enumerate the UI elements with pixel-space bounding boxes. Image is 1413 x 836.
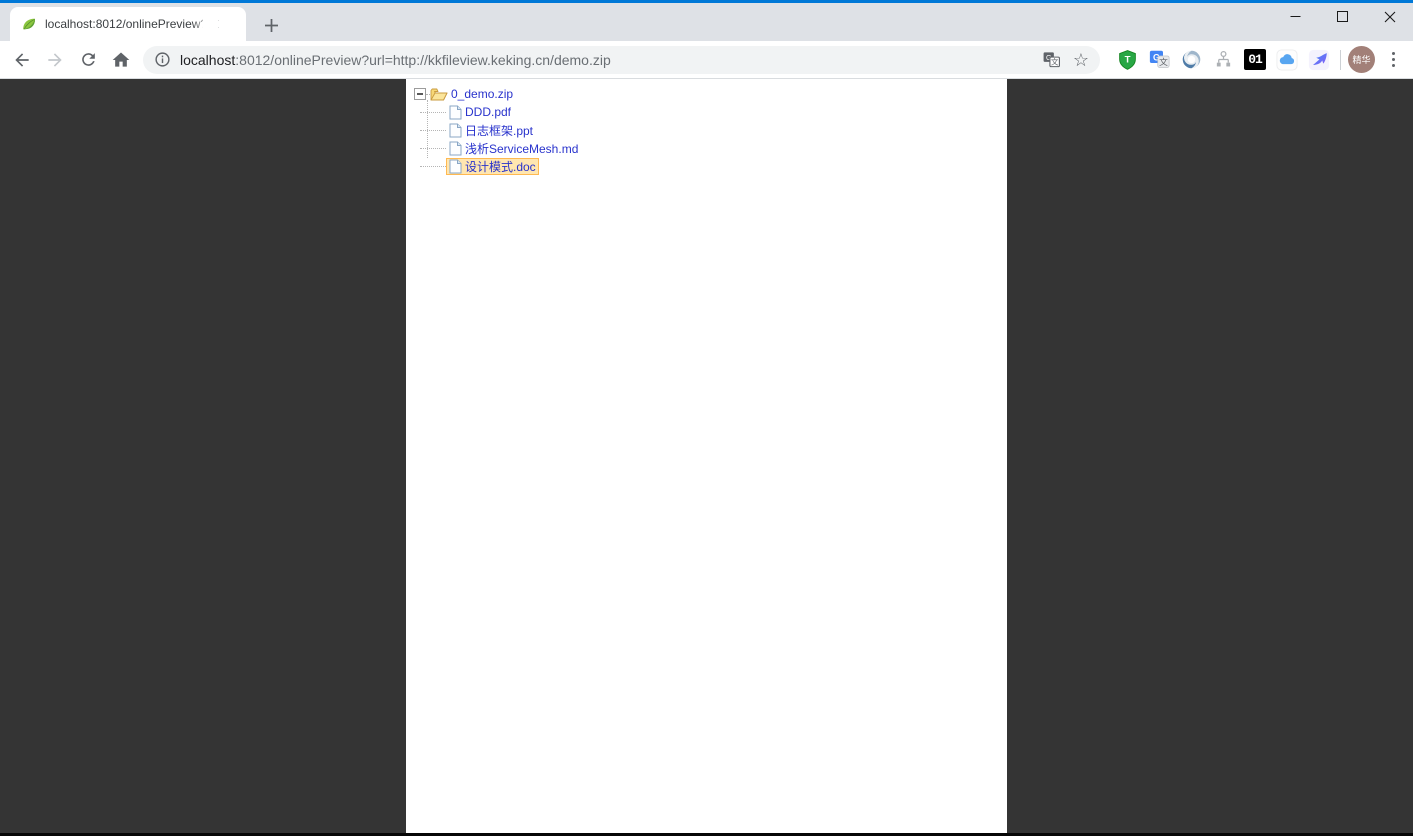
tree-file-label: 浅析ServiceMesh.md	[465, 140, 578, 157]
home-icon[interactable]	[106, 45, 136, 75]
svg-text:T: T	[1124, 55, 1130, 66]
tab-title: localhost:8012/onlinePreview?	[45, 17, 203, 31]
profile-avatar-label: 精华	[1352, 53, 1370, 66]
tree-file-link[interactable]: 日志框架.ppt	[446, 122, 536, 139]
tree-file-label: DDD.pdf	[465, 105, 511, 119]
binary-extension-label: 01	[1244, 49, 1266, 70]
svg-text:文: 文	[1050, 57, 1058, 67]
file-tree: 0_demo.zip DDD.pdf	[406, 79, 1007, 175]
page-background: 0_demo.zip DDD.pdf	[0, 79, 1413, 834]
file-icon	[449, 105, 462, 120]
bookmark-star-icon[interactable]: ☆	[1070, 49, 1092, 71]
tab-strip: localhost:8012/onlinePreview?	[0, 3, 1413, 41]
spring-leaf-favicon	[21, 16, 37, 32]
url-path: :8012/onlinePreview?url=http://kkfilevie…	[235, 52, 610, 68]
tree-file-label: 设计模式.doc	[465, 158, 536, 175]
browser-toolbar: localhost:8012/onlinePreview?url=http://…	[0, 41, 1413, 79]
window-controls	[1272, 0, 1413, 33]
reload-icon[interactable]	[73, 45, 103, 75]
tree-file-row: 日志框架.ppt	[414, 121, 1007, 139]
translate-extension-icon[interactable]: G 文	[1144, 45, 1174, 75]
new-tab-button[interactable]	[258, 12, 284, 38]
minimize-button[interactable]	[1272, 0, 1319, 33]
tree-root-row: 0_demo.zip	[414, 85, 1007, 103]
back-icon[interactable]	[7, 45, 37, 75]
tab-title-fade	[192, 11, 218, 37]
maximize-button[interactable]	[1319, 0, 1366, 33]
address-bar[interactable]: localhost:8012/onlinePreview?url=http://…	[143, 46, 1100, 74]
tree-file-row-selected: 设计模式.doc	[414, 157, 1007, 175]
tree-file-link[interactable]: 浅析ServiceMesh.md	[446, 140, 581, 157]
toolbar-separator	[1340, 50, 1341, 70]
zip-preview-panel: 0_demo.zip DDD.pdf	[406, 79, 1007, 834]
folder-open-icon	[430, 87, 448, 102]
forward-icon[interactable]	[40, 45, 70, 75]
bird-extension-icon[interactable]	[1304, 45, 1334, 75]
binary-extension-icon[interactable]: 01	[1240, 45, 1270, 75]
collapse-switch-icon[interactable]	[414, 88, 426, 100]
tree-root-link[interactable]: 0_demo.zip	[448, 86, 516, 103]
tree-children: DDD.pdf 日志框架.ppt	[414, 103, 1007, 175]
file-icon	[449, 123, 462, 138]
shield-extension-icon[interactable]: T	[1112, 45, 1142, 75]
tree-file-link-selected[interactable]: 设计模式.doc	[446, 158, 539, 175]
tree-file-row: DDD.pdf	[414, 103, 1007, 121]
browser-window: { "tabstrip": { "tab_title": "localhost:…	[0, 0, 1413, 836]
close-button[interactable]	[1366, 0, 1413, 33]
url-text: localhost:8012/onlinePreview?url=http://…	[180, 52, 1032, 68]
browser-tab[interactable]: localhost:8012/onlinePreview?	[10, 7, 246, 41]
tree-root-label: 0_demo.zip	[451, 87, 513, 101]
tree-file-row: 浅析ServiceMesh.md	[414, 139, 1007, 157]
chrome-menu-icon[interactable]	[1380, 46, 1406, 74]
extensions-area: T G 文	[1110, 45, 1406, 75]
sitemap-extension-icon[interactable]	[1208, 45, 1238, 75]
cloud-extension-icon[interactable]	[1272, 45, 1302, 75]
file-icon	[449, 159, 462, 174]
file-icon	[449, 141, 462, 156]
tree-file-label: 日志框架.ppt	[465, 122, 533, 139]
svg-text:文: 文	[1159, 56, 1168, 67]
url-host: localhost	[180, 52, 235, 68]
tree-file-link[interactable]: DDD.pdf	[446, 104, 514, 121]
swirl-extension-icon[interactable]	[1176, 45, 1206, 75]
translate-page-icon[interactable]: G 文	[1040, 49, 1062, 71]
profile-avatar[interactable]: 精华	[1348, 46, 1375, 73]
page-info-icon[interactable]	[154, 51, 171, 68]
